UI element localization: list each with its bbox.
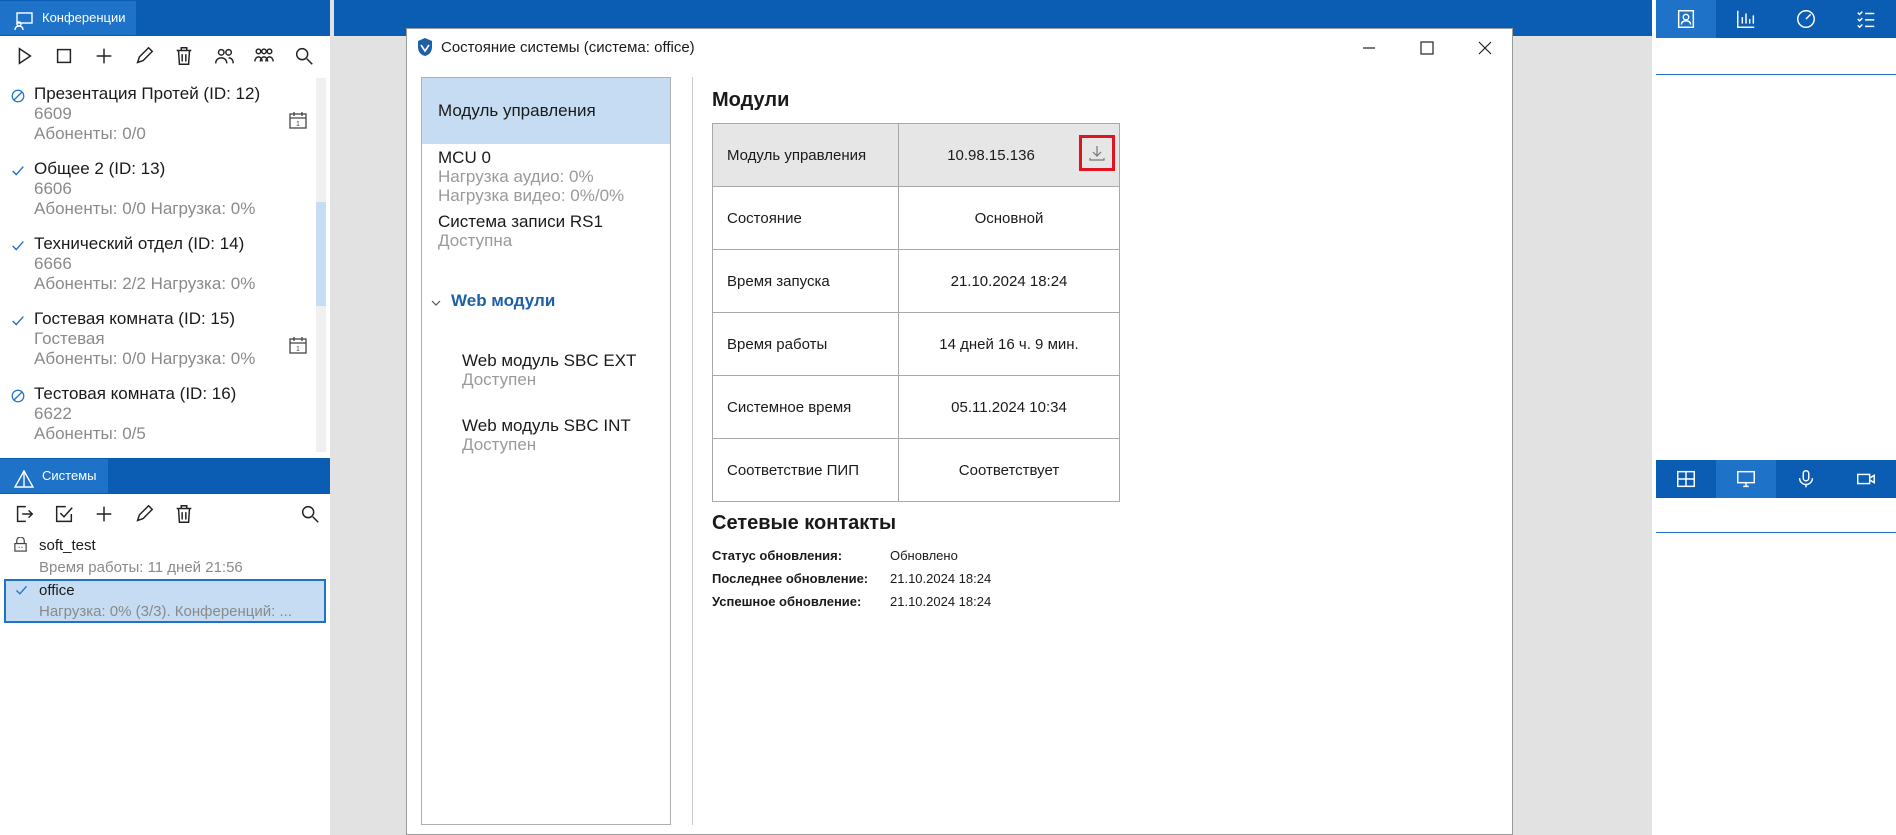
add-icon[interactable] — [84, 494, 124, 534]
maximize-button[interactable] — [1405, 33, 1449, 63]
blocked-icon — [10, 388, 28, 406]
tree-item-web-module[interactable]: Web модуль SBC INT Доступен — [422, 416, 670, 460]
network-success-key: Успешное обновление: — [712, 594, 862, 609]
play-icon[interactable] — [4, 36, 44, 76]
tree-item-web-module[interactable]: Web модуль SBC EXT Доступен — [422, 351, 670, 395]
conferences-toolbar — [4, 36, 330, 76]
system-name: office — [39, 582, 75, 599]
system-item[interactable]: soft_test Время работы: 11 дней 21:56 — [4, 535, 326, 579]
calendar-icon[interactable]: 1 — [288, 110, 308, 130]
dialog-title: Состояние системы (система: office) — [441, 39, 695, 56]
system-info: Нагрузка: 0% (3/3). Конференций: ... — [39, 603, 292, 620]
conference-tab-icon — [14, 9, 34, 31]
contact-card-icon[interactable] — [1656, 0, 1716, 38]
chart-icon[interactable] — [1716, 0, 1776, 38]
modules-heading: Модули — [712, 89, 790, 111]
tab-conferences[interactable]: Конференции — [0, 1, 136, 35]
tree-item-mcu[interactable]: MCU 0 Нагрузка аудио: 0% Нагрузка видео:… — [422, 148, 670, 210]
check-icon — [10, 313, 28, 331]
lock-icon — [13, 536, 29, 553]
check-icon — [10, 238, 28, 256]
right-bottom-divider — [1656, 532, 1896, 533]
svg-text:1: 1 — [296, 121, 300, 128]
close-button[interactable] — [1463, 33, 1507, 63]
systems-toolbar — [4, 494, 330, 534]
check-icon — [10, 163, 28, 181]
right-bottom-toolbar — [1656, 460, 1896, 498]
layout-icon[interactable] — [1656, 460, 1716, 498]
tab-systems[interactable]: Системы — [0, 459, 108, 493]
minimize-button[interactable] — [1347, 33, 1391, 63]
network-last-key: Последнее обновление: — [712, 571, 869, 586]
right-top-divider — [1656, 74, 1896, 75]
microphone-icon[interactable] — [1776, 460, 1836, 498]
dialog-titlebar: Состояние системы (система: office) — [407, 29, 1512, 67]
network-heading: Сетевые контакты — [712, 512, 897, 534]
module-tree: Модуль управления MCU 0 Нагрузка аудио: … — [421, 77, 671, 825]
systems-header: Системы — [0, 458, 330, 494]
table-row: Соответствие ПИП Соответствует — [712, 438, 1120, 502]
blocked-icon — [10, 88, 28, 106]
table-row: Модуль управления 10.98.15.136 — [712, 123, 1120, 187]
tree-group-web-modules[interactable]: Web модули — [422, 290, 670, 316]
screen-icon[interactable] — [1716, 460, 1776, 498]
participants-icon[interactable] — [204, 36, 244, 76]
conference-item[interactable]: Презентация Протей (ID: 12) 6609 Абонент… — [0, 84, 320, 154]
edit-icon[interactable] — [124, 36, 164, 76]
modules-table: Модуль управления 10.98.15.136 Состояние… — [712, 123, 1120, 502]
tree-item-recorder[interactable]: Система записи RS1 Доступна — [422, 212, 670, 256]
conference-tab-label: Конференции — [42, 10, 126, 25]
network-status-key: Статус обновления: — [712, 548, 843, 563]
chevron-down-icon — [430, 296, 442, 308]
system-item-selected[interactable]: office Нагрузка: 0% (3/3). Конференций: … — [4, 579, 326, 623]
search-icon[interactable] — [290, 494, 330, 534]
table-row: Время запуска 21.10.2024 18:24 — [712, 249, 1120, 313]
download-icon — [1089, 146, 1105, 161]
table-row: Время работы 14 дней 16 ч. 9 мин. — [712, 312, 1120, 376]
check-icon — [14, 583, 30, 599]
network-last-value: 21.10.2024 18:24 — [890, 571, 992, 586]
stop-icon[interactable] — [44, 36, 84, 76]
camera-icon[interactable] — [1836, 460, 1896, 498]
conference-item[interactable]: Тестовая комната (ID: 16) 6622 Абоненты:… — [0, 384, 320, 452]
conference-list: Презентация Протей (ID: 12) 6609 Абонент… — [0, 78, 330, 452]
systems-tab-icon — [13, 467, 35, 488]
groups-icon[interactable] — [244, 36, 284, 76]
search-icon[interactable] — [284, 36, 324, 76]
right-top-toolbar — [1656, 0, 1896, 38]
download-button[interactable] — [1079, 135, 1115, 171]
login-icon[interactable] — [4, 494, 44, 534]
add-icon[interactable] — [84, 36, 124, 76]
calendar-icon[interactable]: 1 — [288, 335, 308, 355]
delete-icon[interactable] — [164, 36, 204, 76]
systems-tab-label: Системы — [42, 468, 97, 483]
system-info: Время работы: 11 дней 21:56 — [39, 559, 243, 576]
delete-icon[interactable] — [164, 494, 204, 534]
svg-text:1: 1 — [296, 346, 300, 353]
check-status-icon[interactable] — [44, 494, 84, 534]
edit-icon[interactable] — [124, 494, 164, 534]
table-row: Состояние Основной — [712, 186, 1120, 250]
network-status-value: Обновлено — [890, 548, 958, 563]
conference-item[interactable]: Технический отдел (ID: 14) 6666 Абоненты… — [0, 234, 320, 304]
table-row: Системное время 05.11.2024 10:34 — [712, 375, 1120, 439]
app-shield-icon — [416, 37, 434, 57]
system-name: soft_test — [39, 537, 96, 554]
tree-item-control-module[interactable]: Модуль управления — [422, 78, 670, 144]
conference-item[interactable]: Гостевая комната (ID: 15) Гостевая Абоне… — [0, 309, 320, 379]
conferences-header: Конференции — [0, 0, 330, 36]
gauge-icon[interactable] — [1776, 0, 1836, 38]
conference-item[interactable]: Общее 2 (ID: 13) 6606 Абоненты: 0/0 Нагр… — [0, 159, 320, 229]
system-status-dialog: Состояние системы (система: office) Моду… — [406, 28, 1513, 835]
checklist-icon[interactable] — [1836, 0, 1896, 38]
pane-separator — [692, 77, 693, 825]
network-success-value: 21.10.2024 18:24 — [890, 594, 992, 609]
